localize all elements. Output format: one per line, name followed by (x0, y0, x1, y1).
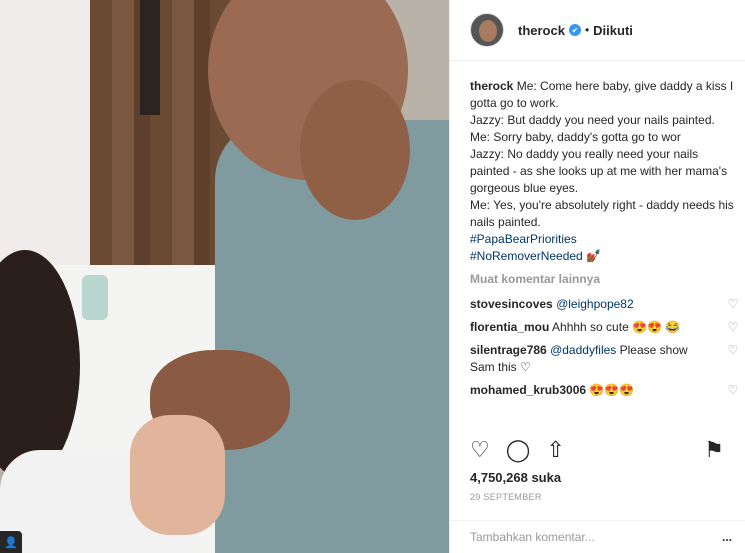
comment-bubble-icon[interactable]: ◯ (506, 437, 531, 463)
caption-line: Me: Sorry baby, daddy's gotta go to wor (470, 130, 681, 144)
comment-username[interactable]: silentrage786 (470, 343, 547, 357)
post-header: therock ✔ • Diikuti (450, 0, 745, 61)
user-icon: 👤 (4, 536, 18, 549)
separator-dot: • (584, 23, 590, 37)
comment-username[interactable]: stovesincoves (470, 297, 553, 311)
likes-count[interactable]: 4,750,268 suka (470, 470, 561, 485)
nail-emoji: 💅🏾 (586, 249, 602, 263)
comment-text: Ahhhh so cute 😍😍 😂 (552, 320, 681, 334)
comment-mention[interactable]: @daddyfiles (550, 343, 616, 357)
photo-nail-polish (82, 275, 108, 320)
avatar[interactable] (470, 13, 504, 47)
like-comment-heart-icon[interactable]: ♡ (726, 296, 740, 313)
like-heart-icon[interactable]: ♡ (470, 437, 490, 463)
caption-username[interactable]: therock (470, 79, 513, 93)
comment-mention[interactable]: @leighpope82 (556, 297, 634, 311)
caption-line: Me: Yes, you're absolutely right - daddy… (470, 198, 734, 229)
post-sidebar: therock ✔ • Diikuti therock Me: Come her… (449, 0, 745, 553)
comment-text: 😍😍😍 (589, 383, 635, 397)
comment-username[interactable]: mohamed_krub3006 (470, 383, 586, 397)
save-bookmark-icon[interactable]: ⚑ (704, 437, 724, 463)
follow-status-button[interactable]: Diikuti (593, 23, 633, 38)
photo-man-hand (300, 80, 410, 220)
comment-username[interactable]: florentia_mou (470, 320, 549, 334)
caption-line: Jazzy: No daddy you really need your nai… (470, 147, 728, 195)
more-options-button[interactable]: ... (722, 530, 732, 544)
caption-line: Jazzy: But daddy you need your nails pai… (470, 113, 715, 127)
add-comment-bar: Tambahkan komentar... ... (450, 520, 745, 553)
user-tag-icon[interactable]: 👤 (0, 531, 22, 553)
action-bar: ♡ ◯ ⇧ ⚑ (470, 434, 745, 466)
comments-panel[interactable]: therock Me: Come here baby, give daddy a… (470, 78, 740, 426)
share-icon[interactable]: ⇧ (546, 437, 564, 463)
comment-row: florentia_mou Ahhhh so cute 😍😍 😂 ♡ (470, 319, 740, 336)
username[interactable]: therock (518, 23, 565, 38)
caption: therock Me: Come here baby, give daddy a… (470, 78, 740, 265)
verified-icon: ✔ (568, 24, 581, 36)
photo-chair (140, 0, 160, 115)
like-comment-heart-icon[interactable]: ♡ (726, 342, 740, 376)
hashtag-link[interactable]: #NoRemoverNeeded (470, 249, 583, 263)
photo-girl-arm (130, 415, 225, 535)
comment-row: stovesincoves @leighpope82 ♡ (470, 296, 740, 313)
like-comment-heart-icon[interactable]: ♡ (726, 382, 740, 399)
comment-row: mohamed_krub3006 😍😍😍 ♡ (470, 382, 740, 399)
like-comment-heart-icon[interactable]: ♡ (726, 319, 740, 336)
hashtag-link[interactable]: #PapaBearPriorities (470, 232, 577, 246)
comment-row: silentrage786 @daddyfiles Please show Sa… (470, 342, 740, 376)
post-date[interactable]: 29 SEPTEMBER (470, 492, 542, 502)
load-more-comments[interactable]: Muat komentar lainnya (470, 271, 740, 288)
add-comment-input[interactable]: Tambahkan komentar... (470, 530, 595, 544)
post-photo[interactable]: 👤 (0, 0, 449, 553)
